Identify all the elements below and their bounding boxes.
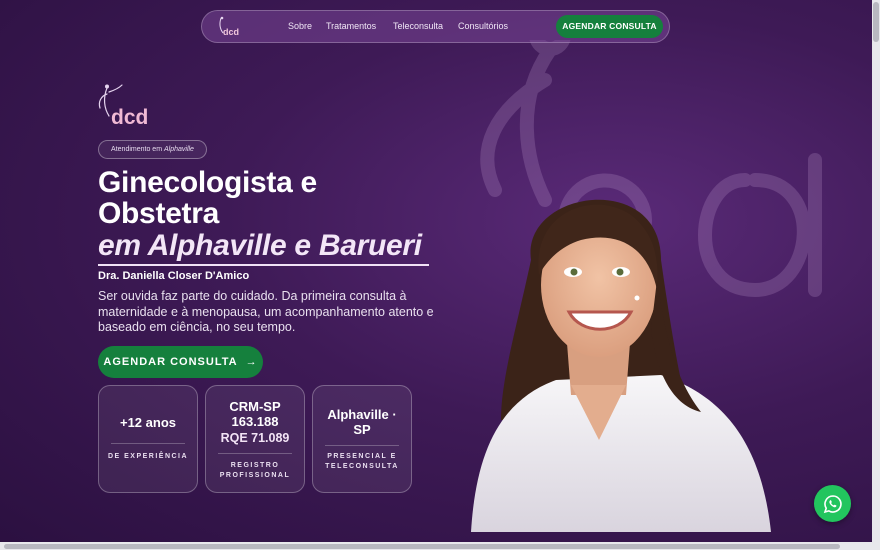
horizontal-scrollbar-thumb[interactable]: [4, 544, 840, 549]
top-navbar: dcd Sobre Tratamentos Teleconsulta Consu…: [201, 10, 670, 43]
stat-card-location: Alphaville · SP PRESENCIAL E TELECONSULT…: [312, 385, 412, 493]
whatsapp-button[interactable]: [814, 485, 851, 522]
hero-cta-label: AGENDAR CONSULTA: [103, 356, 238, 368]
whatsapp-icon: [823, 494, 842, 513]
stat-card-experience: +12 anos DE EXPERIÊNCIA: [98, 385, 198, 493]
arrow-right-icon: →: [245, 356, 258, 368]
badge-place: Alphaville: [163, 146, 194, 153]
nav-link-tratamentos[interactable]: Tratamentos: [326, 21, 376, 31]
stat-label: DE EXPERIÊNCIA: [107, 453, 189, 460]
horizontal-scrollbar[interactable]: [0, 542, 872, 550]
hero-schedule-button[interactable]: AGENDAR CONSULTA →: [98, 346, 263, 378]
stat-card-registration: CRM-SP 163.188 RQE 71.089 REGISTRO PROFI…: [205, 385, 305, 493]
location-badge: Atendimento em Alphaville: [98, 140, 207, 159]
hero-title-line1: Ginecologista e: [98, 166, 317, 199]
hero-logo-text: dcd: [111, 106, 148, 128]
nav-link-consultorios[interactable]: Consultórios: [458, 21, 508, 31]
hero-title-emphasis: em Alphaville e Barueri: [98, 229, 422, 262]
doctor-name: Dra. Daniella Closer D'Amico: [98, 270, 250, 282]
stat-label: PRESENCIAL E TELECONSULTA: [325, 453, 399, 470]
vertical-scrollbar[interactable]: [872, 0, 880, 550]
nav-link-sobre[interactable]: Sobre: [288, 21, 312, 31]
doctor-portrait: [471, 199, 771, 532]
nav-logo-text: dcd: [223, 27, 239, 37]
nav-link-teleconsulta[interactable]: Teleconsulta: [393, 21, 443, 31]
stat-divider: [111, 443, 185, 444]
dcd-logo[interactable]: dcd: [217, 16, 243, 38]
hero-description: Ser ouvida faz parte do cuidado. Da prim…: [98, 289, 434, 334]
hero-title: Ginecologista e Obstetra: [98, 167, 317, 229]
stat-value: CRM-SP 163.188: [229, 399, 281, 429]
stat-value-secondary: RQE 71.089: [220, 431, 290, 445]
stat-value: +12 anos: [119, 415, 176, 430]
hero-title-line2: Obstetra: [98, 197, 219, 230]
stat-value: Alphaville · SP: [327, 407, 397, 437]
title-underline: [98, 264, 429, 266]
stat-divider: [218, 453, 292, 454]
stat-label: REGISTRO PROFISSIONAL: [219, 462, 291, 479]
stat-divider: [325, 445, 399, 446]
page: dcd Sobre Tratamentos Teleconsulta Consu…: [0, 0, 872, 550]
nav-schedule-button[interactable]: AGENDAR CONSULTA: [556, 15, 663, 38]
badge-prefix: Atendimento em: [111, 146, 163, 153]
vertical-scrollbar-thumb[interactable]: [873, 2, 879, 42]
hero-dcd-logo: dcd: [98, 84, 148, 128]
